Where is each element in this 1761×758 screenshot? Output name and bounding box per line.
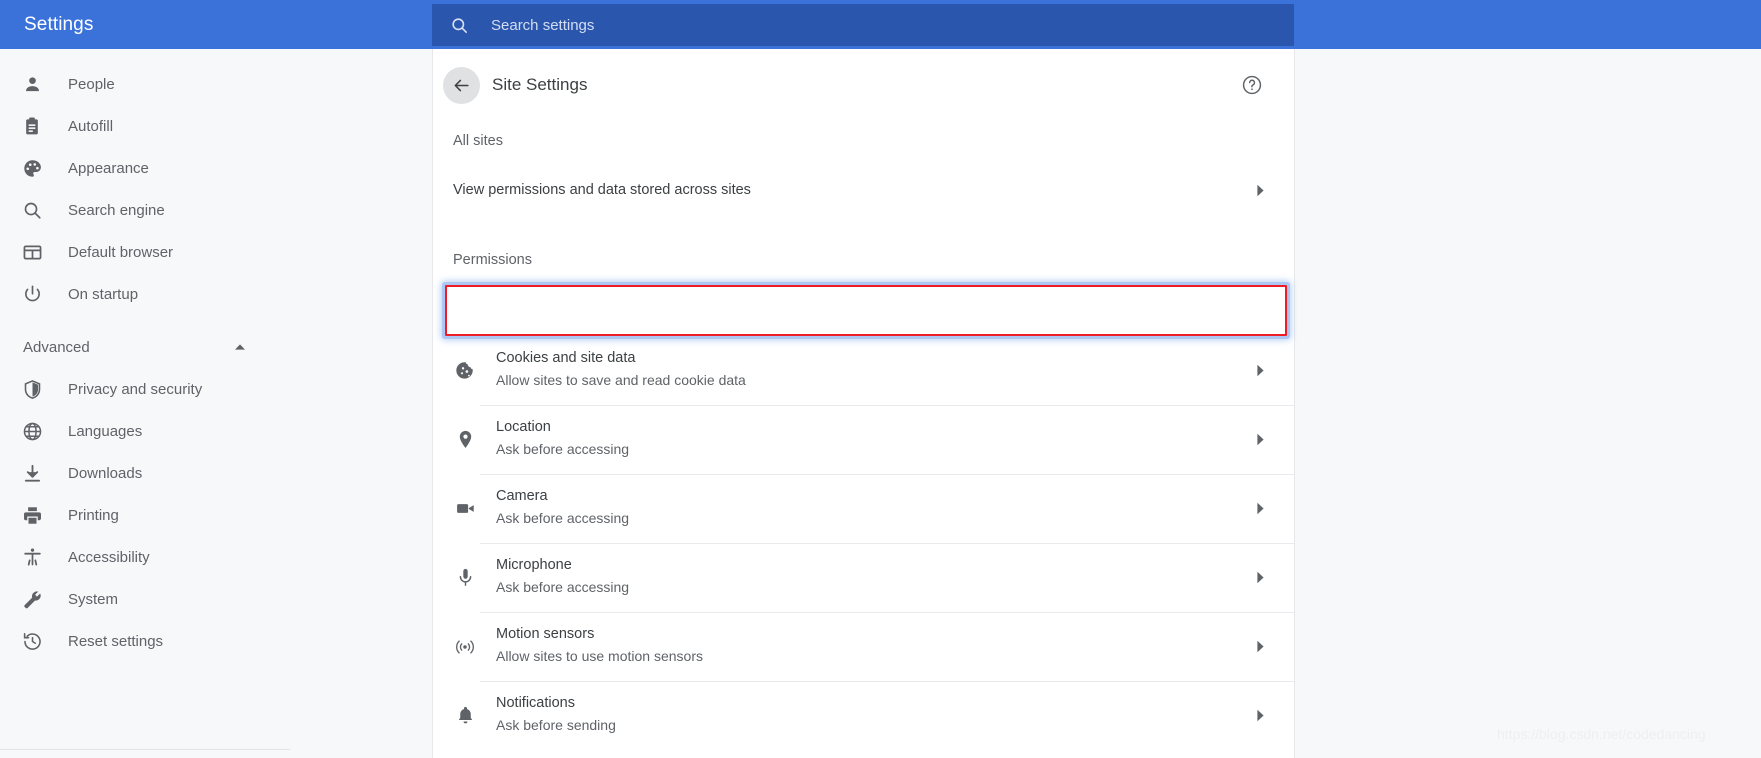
sidebar-item-label: Printing [68,506,119,524]
watermark-text: https://blog.csdn.net/codedancing [1497,726,1706,742]
browser-window-icon [20,240,44,264]
printer-icon [20,503,44,527]
sidebar-item-printing[interactable]: Printing [0,494,433,536]
view-permissions-label: View permissions and data stored across … [453,182,751,198]
clipboard-icon [20,114,44,138]
sidebar-item-label: Downloads [68,464,143,482]
help-circle-icon [1241,74,1263,96]
sidebar-item-people[interactable]: People [0,63,433,105]
arrow-left-icon [452,76,471,95]
search-icon [449,15,469,35]
permission-subtitle: Allow sites to save and read cookie data [496,372,746,388]
permission-subtitle: Ask before accessing [496,579,630,595]
caret-up-icon[interactable] [228,335,252,359]
palette-icon [20,156,44,180]
chevron-right-icon [1253,433,1267,447]
permission-title: Notifications [496,695,575,711]
panel-right-edge [1294,49,1295,758]
permission-row-camera[interactable]: Camera Ask before accessing [433,474,1295,543]
sidebar-item-downloads[interactable]: Downloads [0,452,433,494]
motion-sensor-icon [453,635,477,659]
cookies-row-highlight-annotation [445,285,1287,336]
bell-icon [453,704,477,728]
app-title: Settings [24,14,94,35]
chevron-right-icon [1253,502,1267,516]
permissions-list: Cookies and site data Allow sites to sav… [433,336,1295,750]
sidebar-item-label: Default browser [68,243,174,261]
sidebar-item-label: People [68,75,115,93]
permission-subtitle: Allow sites to use motion sensors [496,648,703,664]
permission-title: Camera [496,488,548,504]
sidebar-item-search-engine[interactable]: Search engine [0,189,433,231]
sidebar-item-label: Languages [68,422,143,440]
accessibility-icon [20,545,44,569]
permission-row-motion-sensors[interactable]: Motion sensors Allow sites to use motion… [433,612,1295,681]
sidebar-bottom-divider [0,749,290,750]
sidebar: People Autofill Appearance Search engine… [0,49,433,758]
sidebar-item-label: Accessibility [68,548,150,566]
section-label-all-sites: All sites [453,133,503,149]
sidebar-item-languages[interactable]: Languages [0,410,433,452]
sidebar-item-label: Appearance [68,159,149,177]
globe-icon [20,419,44,443]
camera-icon [453,497,477,521]
top-bar: Settings Search settings [0,0,1761,49]
help-button[interactable] [1238,71,1266,99]
sidebar-item-label: On startup [68,285,139,303]
permission-subtitle: Ask before accessing [496,510,630,526]
history-restore-icon [20,629,44,653]
sidebar-item-privacy-and-security[interactable]: Privacy and security [0,368,433,410]
panel-header: Site Settings [433,49,1295,116]
permission-subtitle: Ask before accessing [496,441,630,457]
settings-window: Settings Search settings People Autofill… [0,0,1761,758]
chevron-right-icon [1253,183,1267,197]
permission-row-notifications[interactable]: Notifications Ask before sending [433,681,1295,750]
download-icon [20,461,44,485]
sidebar-item-appearance[interactable]: Appearance [0,147,433,189]
search-input-placeholder[interactable]: Search settings [491,17,594,34]
sidebar-item-on-startup[interactable]: On startup [0,273,433,315]
sidebar-item-label: Search engine [68,201,165,219]
sidebar-item-label: Reset settings [68,632,164,650]
permission-row-location[interactable]: Location Ask before accessing [433,405,1295,474]
sidebar-section-advanced[interactable]: Advanced [0,326,433,368]
sidebar-item-label: Privacy and security [68,380,203,398]
search-settings-box[interactable]: Search settings [432,4,1294,46]
sidebar-section-label: Advanced [23,338,90,356]
section-label-permissions: Permissions [453,252,532,268]
back-button[interactable] [443,67,480,104]
sidebar-item-label: Autofill [68,117,114,135]
sidebar-item-default-browser[interactable]: Default browser [0,231,433,273]
permission-subtitle: Ask before sending [496,717,616,733]
chevron-right-icon [1253,364,1267,378]
permission-row-cookies-and-site-data[interactable]: Cookies and site data Allow sites to sav… [433,336,1295,405]
page-title: Site Settings [492,75,588,94]
power-icon [20,282,44,306]
cookie-icon [453,359,477,383]
search-icon [20,198,44,222]
wrench-icon [20,587,44,611]
sidebar-item-label: System [68,590,119,608]
permission-title: Microphone [496,557,572,573]
sidebar-item-system[interactable]: System [0,578,433,620]
sidebar-item-reset-settings[interactable]: Reset settings [0,620,433,662]
sidebar-item-autofill[interactable]: Autofill [0,105,433,147]
microphone-icon [453,566,477,590]
location-pin-icon [453,428,477,452]
chevron-right-icon [1253,571,1267,585]
permission-row-microphone[interactable]: Microphone Ask before accessing [433,543,1295,612]
shield-icon [20,377,44,401]
view-permissions-row[interactable]: View permissions and data stored across … [433,166,1295,214]
person-icon [20,72,44,96]
main-content-panel: Site Settings All sites View permissions… [433,49,1295,758]
permission-title: Motion sensors [496,626,595,642]
permission-title: Location [496,419,551,435]
sidebar-item-accessibility[interactable]: Accessibility [0,536,433,578]
chevron-right-icon [1253,709,1267,723]
chevron-right-icon [1253,640,1267,654]
permission-title: Cookies and site data [496,350,636,366]
